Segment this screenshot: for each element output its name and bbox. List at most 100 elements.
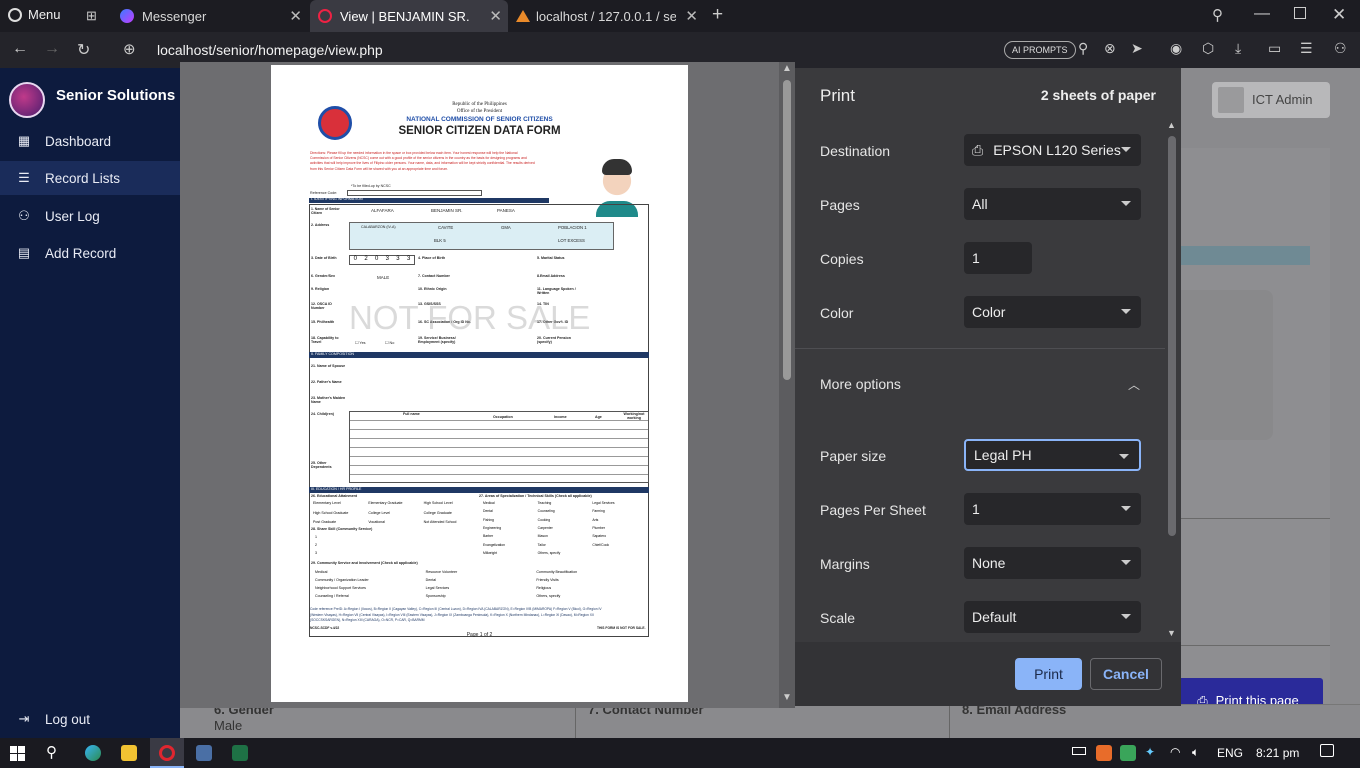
dbeaver-icon[interactable] [196, 745, 212, 761]
scroll-down-icon[interactable]: ▼ [1167, 628, 1176, 638]
chevron-down-icon [1121, 201, 1131, 206]
copies-input[interactable]: 1 [964, 242, 1032, 274]
settings-scrollbar[interactable]: ▲ ▼ [1165, 120, 1179, 642]
reload-icon[interactable]: ↻ [77, 40, 90, 60]
opera-tab-icon [318, 9, 332, 23]
destination-select[interactable]: ⎙ EPSON L120 Series [964, 134, 1141, 166]
sidebar-item-dashboard[interactable]: ▦ Dashboard [0, 124, 180, 158]
search-icon[interactable]: ⚲ [46, 743, 57, 761]
form-value: LOT EXCESS [558, 238, 585, 243]
checkbox-option: Carpenter [537, 526, 553, 531]
section-title: I. IDENTIFYING INFORMATION [311, 197, 363, 201]
edu-options: Elementary Level Elementary Graduate Hig… [313, 501, 479, 527]
sidebar-item-record-lists[interactable]: ☰ Record Lists [0, 161, 180, 195]
profile-icon[interactable]: ⚇ [1334, 40, 1347, 57]
printer-icon: ⎙ [972, 141, 984, 158]
checkbox-option: Engineering [483, 526, 502, 531]
tab-close-icon[interactable]: ✕ [289, 7, 302, 25]
dob-boxes: 020333 [349, 255, 415, 265]
watermark: NOT FOR SALE [349, 299, 591, 336]
search-tabs-icon[interactable]: ⚲ [1212, 6, 1223, 24]
form-label: 18. Capability to Travel [311, 336, 339, 344]
sidebar-item-add-record[interactable]: ▤ Add Record [0, 236, 180, 270]
color-select[interactable]: Color [964, 296, 1141, 328]
opera-taskbar-icon[interactable] [150, 738, 184, 768]
close-window-icon[interactable]: ✕ [1332, 5, 1346, 25]
block-icon[interactable]: ⊗ [1104, 40, 1116, 57]
minimize-icon[interactable]: — [1254, 5, 1270, 23]
checkbox-option: Legal Services [425, 586, 450, 590]
pages-per-sheet-select[interactable]: 1 [964, 493, 1141, 525]
sidebar-item-user-log[interactable]: ⚇ User Log [0, 199, 180, 233]
easy-setup-icon[interactable]: ☰ [1300, 40, 1313, 57]
bluetooth-icon[interactable]: ✦ [1145, 745, 1155, 759]
edge-icon[interactable] [85, 745, 101, 761]
pages-label: Pages [820, 197, 860, 213]
back-icon[interactable]: ← [12, 40, 28, 58]
send-icon[interactable]: ➤ [1131, 40, 1143, 57]
form-value: BENJAMIN SR. [431, 208, 463, 213]
battery-icon[interactable]: ▭ [1268, 40, 1281, 57]
skills-options: Medical Teaching Legal Services Dental Coun… [483, 501, 647, 557]
checkbox-option: Tailor [537, 542, 546, 547]
tab-close-icon[interactable]: ✕ [489, 7, 502, 25]
form-header-office: Office of the President [456, 109, 503, 114]
checkbox-option: Sponsorship [425, 594, 446, 598]
cube-icon[interactable]: ⬡ [1202, 40, 1214, 57]
no-label: No [389, 341, 395, 345]
scroll-up-icon[interactable]: ▲ [1167, 120, 1176, 130]
tab-view-active[interactable]: View | BENJAMIN SR. ✕ [310, 0, 508, 32]
notification-icon[interactable] [1320, 744, 1334, 757]
user-chip[interactable]: ICT Admin [1212, 82, 1330, 118]
checkbox-option: Dental [425, 578, 437, 582]
checkbox-option: Medical [483, 501, 495, 505]
preview-scrollbar[interactable]: ▲ ▼ [779, 62, 795, 708]
restore-icon[interactable] [1294, 7, 1306, 19]
ai-prompts-button[interactable]: AI PROMPTS [1004, 41, 1076, 59]
app-tray-icon[interactable] [1120, 745, 1136, 761]
forward-icon[interactable]: → [44, 40, 60, 58]
checkbox-option: Religious [536, 586, 552, 590]
volume-icon[interactable]: 🔈︎ [1192, 745, 1199, 760]
scroll-down-icon[interactable]: ▼ [782, 692, 792, 703]
cancel-button[interactable]: Cancel [1090, 658, 1162, 690]
checkbox-option: Millwright [483, 551, 498, 556]
checkbox-option: Resource Volunteer [425, 570, 458, 574]
opera-menu-button[interactable]: Menu [8, 7, 61, 22]
color-value: Color [972, 304, 1006, 320]
vpn-icon[interactable]: ◉ [1170, 40, 1182, 57]
excel-icon[interactable] [232, 745, 248, 761]
tab-close-icon[interactable]: ✕ [685, 7, 698, 25]
scroll-thumb[interactable] [783, 80, 791, 380]
app-tray-icon[interactable] [1096, 745, 1112, 761]
print-button[interactable]: Print [1015, 658, 1082, 690]
windows-start-icon[interactable] [10, 746, 25, 761]
new-tab-button[interactable]: + [712, 4, 723, 26]
scroll-thumb[interactable] [1168, 136, 1176, 536]
table-header: Full name [403, 412, 420, 416]
search-page-icon[interactable]: ⚲ [1078, 40, 1088, 57]
sidebar-item-label: Dashboard [45, 133, 112, 149]
margins-select[interactable]: None [964, 547, 1141, 579]
battery-tray-icon[interactable] [1072, 747, 1086, 755]
wifi-icon[interactable]: ◠ [1170, 745, 1180, 759]
download-icon[interactable]: ⤓ [1235, 40, 1241, 57]
pages-select[interactable]: All [964, 188, 1141, 220]
scale-select[interactable]: Default [964, 601, 1141, 633]
more-options-toggle[interactable]: More options ︿ [820, 376, 1140, 396]
gamepad-icon[interactable]: ⊞ [86, 8, 97, 24]
tab-phpmyadmin[interactable]: localhost / 127.0.0.1 / senio ✕ [508, 0, 704, 32]
paper-size-select[interactable]: Legal PH [964, 439, 1141, 471]
sidebar-item-label: Record Lists [45, 170, 121, 186]
url-field[interactable]: localhost/senior/homepage/view.php [157, 42, 383, 58]
tab-messenger[interactable]: Messenger ✕ [112, 0, 308, 32]
clock[interactable]: 8:21 pm [1256, 746, 1299, 760]
checkbox-option: College Level [368, 510, 391, 515]
language-indicator[interactable]: ENG [1217, 746, 1243, 760]
scroll-up-icon[interactable]: ▲ [782, 63, 792, 74]
chevron-down-icon [1119, 454, 1129, 459]
checkbox-option: Chief/Cook [592, 542, 610, 547]
file-explorer-icon[interactable] [121, 745, 137, 761]
form-label: 15. Philhealth [311, 320, 335, 324]
logout-link[interactable]: ⇥ Log out [0, 702, 180, 736]
